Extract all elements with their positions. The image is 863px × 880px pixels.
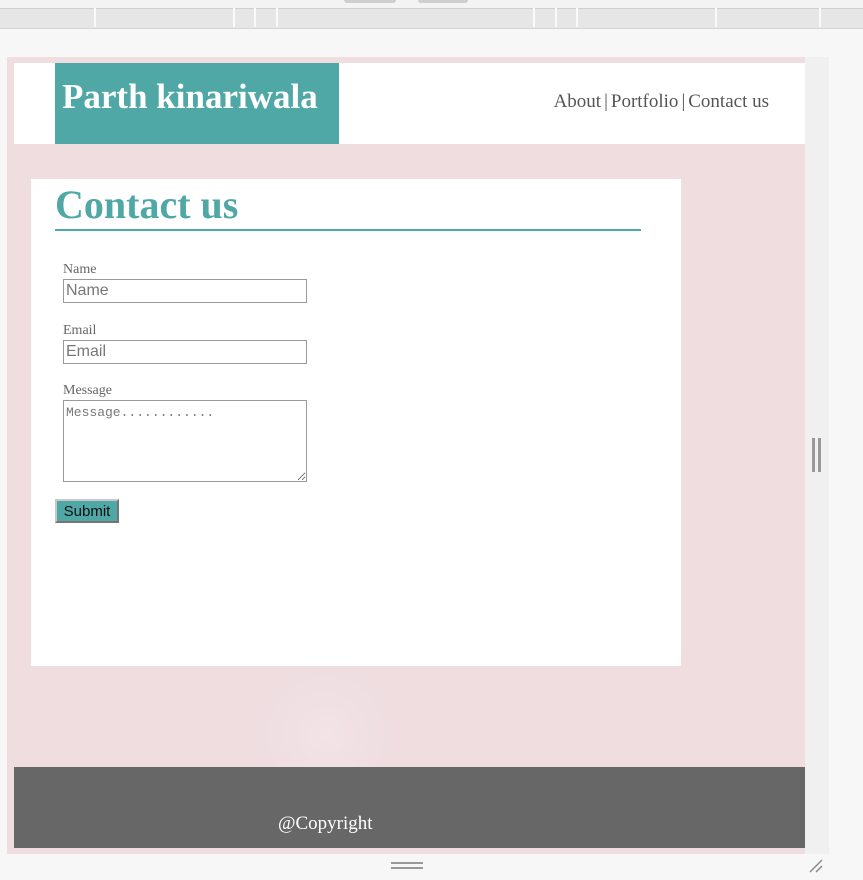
email-label: Email xyxy=(63,323,97,338)
ruler-tick xyxy=(576,8,578,27)
ruler-track xyxy=(0,8,863,29)
name-input[interactable] xyxy=(63,279,307,303)
ruler-tick xyxy=(555,8,557,27)
site-brand[interactable]: Parth kinariwala xyxy=(55,63,339,144)
message-textarea[interactable] xyxy=(63,400,307,482)
page-title: Contact us xyxy=(55,179,641,231)
width-resize-handle[interactable] xyxy=(812,438,822,472)
height-resize-handle[interactable] xyxy=(391,862,423,870)
email-input[interactable] xyxy=(63,340,307,364)
ruler-tick xyxy=(533,8,535,27)
main-nav: About | Portfolio | Contact us xyxy=(554,91,769,113)
site-header: Parth kinariwala About | Portfolio | Contact… xyxy=(14,63,805,144)
message-label: Message xyxy=(63,383,112,398)
page-viewport: Parth kinariwala About | Portfolio | Contact… xyxy=(7,57,805,854)
ruler-handle[interactable] xyxy=(344,0,396,3)
ruler-tick xyxy=(715,8,717,27)
nav-separator: | xyxy=(681,91,686,112)
site-footer: @Copyright xyxy=(14,767,805,848)
nav-link-portfolio[interactable]: Portfolio xyxy=(611,91,679,112)
ruler-tick xyxy=(233,8,235,27)
nav-link-contact[interactable]: Contact us xyxy=(688,91,769,112)
ruler-tick xyxy=(276,8,278,27)
ruler-tick xyxy=(94,8,96,27)
ruler-tick xyxy=(254,8,256,27)
viewport-ruler xyxy=(0,0,863,29)
name-label: Name xyxy=(63,262,97,277)
contact-card: Contact us Name Email Message Submit xyxy=(31,179,681,666)
nav-link-about[interactable]: About xyxy=(554,91,602,112)
ruler-handle[interactable] xyxy=(418,0,468,3)
submit-button[interactable]: Submit xyxy=(55,499,119,523)
nav-separator: | xyxy=(604,91,608,112)
ruler-tick xyxy=(819,8,821,27)
copyright-text: @Copyright xyxy=(278,813,373,834)
resize-corner-icon[interactable] xyxy=(806,856,824,874)
